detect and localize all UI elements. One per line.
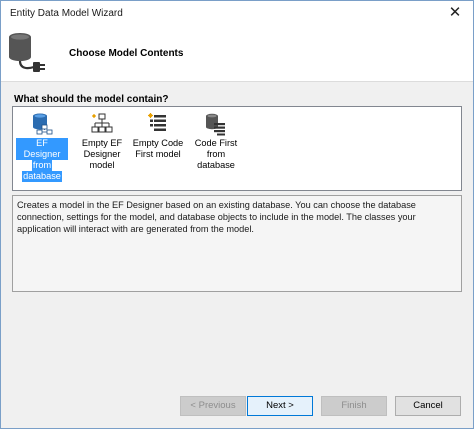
option-description: Creates a model in the EF Designer based… [12,195,462,292]
option-label-line-1: EF Designer [16,138,68,160]
window-title: Entity Data Model Wizard [10,8,123,19]
next-button[interactable]: Next > [247,396,313,416]
model-options-list: EF Designer from database Empty EF Desig… [12,106,462,191]
option-label-line-2: from [206,149,226,159]
previous-button[interactable]: < Previous [180,396,246,416]
option-label-line-3: model [89,160,115,170]
option-empty-code-first-model[interactable]: Empty Code First model [130,111,186,179]
finish-button[interactable]: Finish [321,396,387,416]
option-label-line-2: Designer [83,149,121,159]
option-ef-designer-from-database[interactable]: EF Designer from database [16,111,68,182]
option-code-first-from-database[interactable]: Code First from database [190,111,242,179]
close-icon[interactable]: ✕ [445,4,465,22]
wizard-header: Choose Model Contents [1,27,473,82]
option-empty-ef-designer-model[interactable]: Empty EF Designer model [76,111,128,179]
model-contents-question: What should the model contain? [14,94,169,105]
option-label-line-2: First model [135,149,181,159]
option-label-line-1: Empty Code [132,138,184,148]
option-label-line-3: database [22,171,62,182]
empty-code-first-icon [148,113,166,131]
option-label-line-3: database [197,160,235,170]
cancel-button[interactable]: Cancel [395,396,461,416]
page-title: Choose Model Contents [69,48,184,59]
option-label-line-1: Code First [194,138,238,148]
option-label-line-2: from [31,160,53,171]
title-bar: Entity Data Model Wizard ✕ [1,1,473,27]
ef-designer-database-icon [33,113,53,135]
code-first-database-icon [206,113,225,136]
wizard-window: Entity Data Model Wizard ✕ Choose Model … [0,0,474,429]
empty-designer-model-icon [91,113,113,133]
option-label-line-1: Empty EF [81,138,123,148]
database-plug-icon [9,33,45,72]
